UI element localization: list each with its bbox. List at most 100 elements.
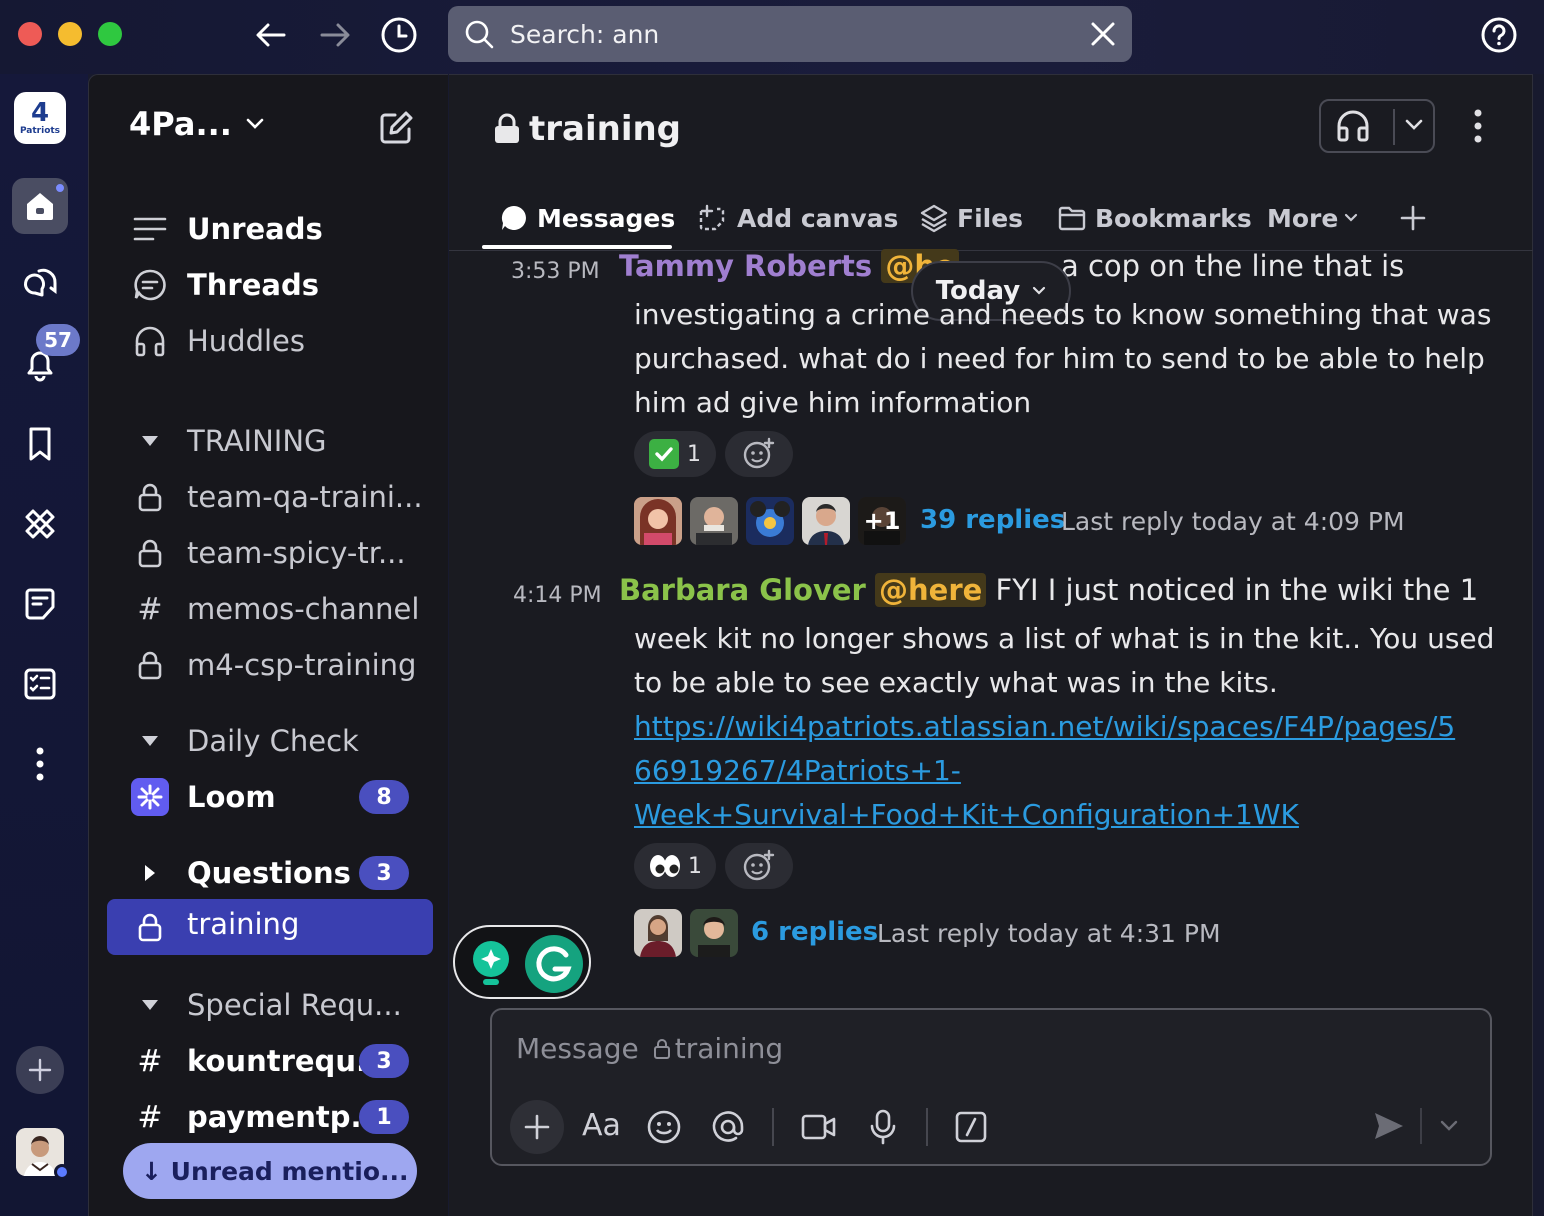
tab-bookmarks[interactable]: Bookmarks bbox=[1057, 195, 1252, 241]
microphone-icon[interactable] bbox=[868, 1108, 898, 1146]
tab-messages[interactable]: Messages bbox=[499, 195, 675, 241]
unread-badge: 8 bbox=[359, 780, 409, 814]
thread-participant-avatar[interactable] bbox=[746, 497, 794, 545]
sidebar-item-channel[interactable]: m4-csp-training bbox=[89, 639, 448, 691]
message-input[interactable]: Message training bbox=[516, 1032, 783, 1065]
reaction-check[interactable]: 1 bbox=[634, 431, 716, 477]
add-tab-button[interactable] bbox=[1399, 195, 1427, 241]
schedule-chevron-icon[interactable] bbox=[1440, 1120, 1458, 1132]
home-icon[interactable] bbox=[12, 178, 68, 234]
lists-icon[interactable] bbox=[14, 658, 66, 710]
unread-badge: 3 bbox=[359, 856, 409, 890]
sidebar-item-training-active[interactable]: training bbox=[107, 899, 433, 955]
sidebar-item-channel[interactable]: # paymentp... 1 bbox=[89, 1091, 448, 1143]
tab-files[interactable]: Files bbox=[919, 195, 1023, 241]
forward-arrow-icon[interactable] bbox=[314, 14, 356, 56]
section-header-daily-check[interactable]: Daily Check bbox=[89, 715, 448, 767]
huddle-button[interactable] bbox=[1319, 99, 1435, 153]
sidebar-item-threads[interactable]: Threads bbox=[89, 259, 448, 311]
reaction-eyes[interactable]: 1 bbox=[634, 843, 716, 889]
more-vertical-icon[interactable] bbox=[14, 738, 66, 790]
kebab-menu-icon[interactable] bbox=[1473, 107, 1483, 145]
thread-participant-avatar[interactable] bbox=[634, 909, 682, 957]
thread-participant-avatar[interactable]: +1 bbox=[858, 497, 906, 545]
workspace-switcher[interactable]: 4Pa... bbox=[129, 105, 264, 143]
back-arrow-icon[interactable] bbox=[250, 14, 292, 56]
thread-replies-link[interactable]: 6 replies bbox=[751, 917, 878, 947]
tab-more[interactable]: More bbox=[1267, 195, 1358, 241]
section-header-questions[interactable]: Questions 3 bbox=[89, 847, 448, 899]
threads-icon bbox=[133, 268, 167, 302]
grammarly-g-icon[interactable] bbox=[525, 935, 583, 993]
add-workspace-button[interactable] bbox=[16, 1046, 64, 1094]
chevron-down-icon[interactable] bbox=[1405, 119, 1423, 131]
section-header-special-requests[interactable]: Special Requ... bbox=[89, 979, 448, 1031]
thread-participant-avatar[interactable] bbox=[634, 497, 682, 545]
sidebar-item-channel[interactable]: team-spicy-tr... bbox=[89, 527, 448, 579]
channel-label: paymentp... bbox=[187, 1100, 384, 1134]
channel-label: m4-csp-training bbox=[187, 648, 417, 682]
grammarly-widget[interactable] bbox=[453, 925, 591, 999]
send-icon[interactable] bbox=[1372, 1110, 1406, 1142]
unread-mentions-button[interactable]: ↓ Unread mentio... bbox=[123, 1143, 417, 1199]
section-header-training[interactable]: TRAINING bbox=[89, 415, 448, 467]
search-query[interactable]: Search: ann bbox=[510, 20, 659, 49]
message-text: a cop on the line that is bbox=[1061, 249, 1405, 283]
history-clock-icon[interactable] bbox=[378, 14, 420, 56]
channel-label: team-qa-traini... bbox=[187, 480, 423, 514]
search-icon bbox=[464, 19, 494, 49]
mention-at-icon[interactable] bbox=[710, 1109, 746, 1145]
video-clip-icon[interactable] bbox=[800, 1111, 838, 1143]
channel-header-title[interactable]: training bbox=[493, 109, 681, 149]
message-composer[interactable]: Message training Aa bbox=[490, 1008, 1492, 1166]
message-timestamp[interactable]: 3:53 PM bbox=[511, 259, 600, 284]
emoji-icon[interactable] bbox=[646, 1109, 682, 1145]
search-bar[interactable]: Search: ann bbox=[448, 6, 1132, 62]
message-body: week kit no longer shows a list of what … bbox=[634, 622, 1495, 699]
user-avatar[interactable] bbox=[16, 1128, 70, 1180]
tools-icon[interactable] bbox=[14, 498, 66, 550]
attach-plus-button[interactable] bbox=[510, 1100, 564, 1154]
minimize-window-button[interactable] bbox=[58, 22, 82, 46]
close-window-button[interactable] bbox=[18, 22, 42, 46]
extra-participants-count: +1 bbox=[863, 507, 901, 535]
thread-participant-avatar[interactable] bbox=[690, 909, 738, 957]
author-name[interactable]: Barbara Glover bbox=[619, 573, 866, 607]
tab-add-canvas[interactable]: Add canvas bbox=[697, 195, 898, 241]
thread-participant-avatar[interactable] bbox=[802, 497, 850, 545]
sidebar-item-huddles[interactable]: Huddles bbox=[89, 315, 448, 367]
lightbulb-icon[interactable] bbox=[469, 939, 513, 989]
message-timestamp[interactable]: 4:14 PM bbox=[513, 583, 602, 608]
zoom-window-button[interactable] bbox=[98, 22, 122, 46]
author-name[interactable]: Tammy Roberts bbox=[619, 249, 872, 283]
mention-tag[interactable]: @here bbox=[875, 573, 987, 607]
sidebar-item-unreads[interactable]: Unreads bbox=[89, 203, 448, 255]
sidebar-item-loom[interactable]: Loom 8 bbox=[89, 771, 448, 823]
lock-icon bbox=[133, 648, 167, 682]
add-reaction-button[interactable] bbox=[725, 843, 793, 889]
eyes-emoji-icon bbox=[648, 853, 682, 879]
thread-participant-avatar[interactable] bbox=[690, 497, 738, 545]
help-icon[interactable] bbox=[1478, 14, 1520, 56]
formatting-button[interactable]: Aa bbox=[582, 1108, 621, 1143]
lock-icon bbox=[493, 113, 521, 145]
sidebar-item-channel[interactable]: # memos-channel bbox=[89, 583, 448, 635]
sidebar-item-label: Threads bbox=[187, 268, 319, 302]
add-reaction-button[interactable] bbox=[725, 431, 793, 477]
slash-command-icon[interactable] bbox=[954, 1110, 988, 1144]
thread-replies-link[interactable]: 39 replies bbox=[920, 505, 1065, 535]
add-emoji-icon bbox=[742, 849, 776, 883]
folder-icon bbox=[1057, 204, 1087, 232]
activity-badge: 57 bbox=[36, 324, 80, 356]
workspace-logo[interactable]: 4 Patriots bbox=[14, 92, 66, 144]
wiki-link[interactable]: https://wiki4patriots.atlassian.net/wiki… bbox=[634, 705, 1455, 837]
sidebar-item-channel[interactable]: # kountrequ... 3 bbox=[89, 1035, 448, 1087]
canvas-icon[interactable] bbox=[14, 578, 66, 630]
close-icon[interactable] bbox=[1088, 19, 1118, 49]
hash-icon: # bbox=[137, 591, 163, 627]
compose-icon[interactable] bbox=[377, 109, 415, 147]
sidebar-item-channel[interactable]: team-qa-traini... bbox=[89, 471, 448, 523]
caret-down-icon bbox=[133, 988, 167, 1022]
dms-icon[interactable] bbox=[14, 258, 66, 310]
saved-bookmark-icon[interactable] bbox=[14, 418, 66, 470]
